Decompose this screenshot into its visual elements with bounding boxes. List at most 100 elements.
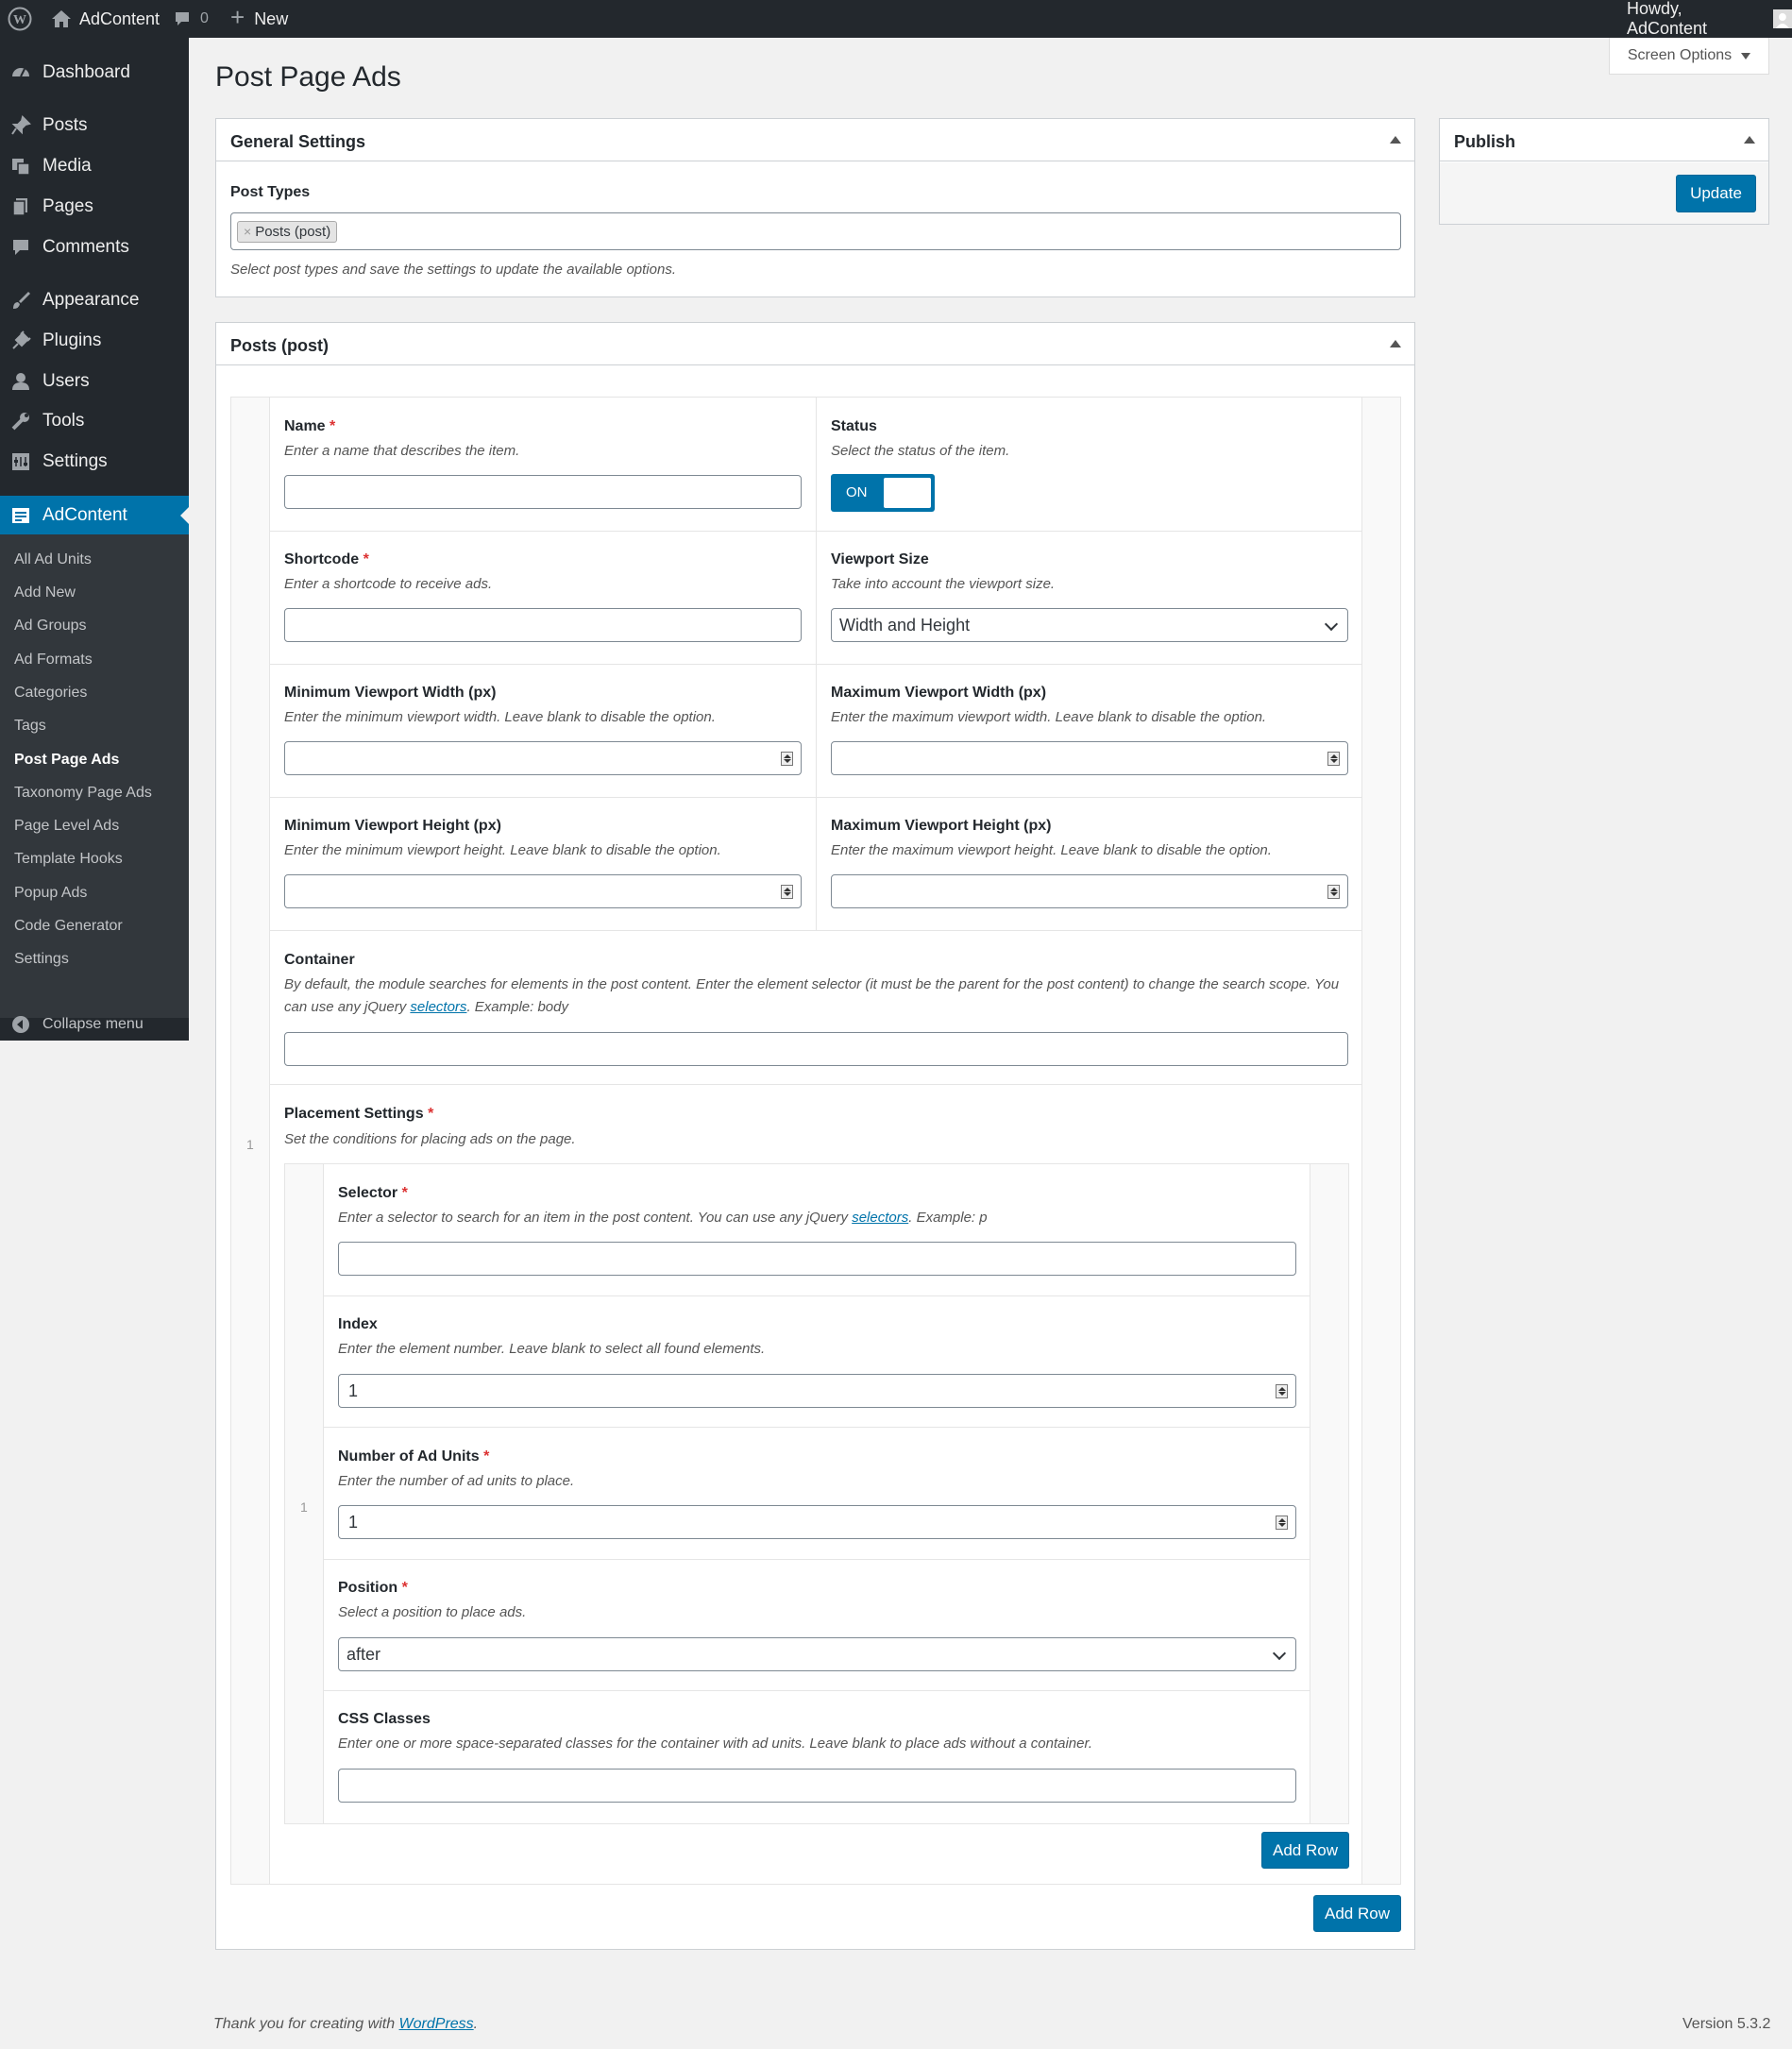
site-home-link[interactable]: AdContent (51, 0, 160, 38)
position-select[interactable]: after (338, 1637, 1296, 1671)
placement-row-number: 1 (300, 1499, 308, 1515)
caret-down-icon (1741, 52, 1751, 59)
collapse-arrow-icon[interactable] (1390, 136, 1401, 144)
publish-header[interactable]: Publish (1440, 119, 1768, 161)
viewport-size-select[interactable]: Width and Height (831, 608, 1348, 642)
site-name: AdContent (79, 8, 161, 28)
collapse-arrow-icon[interactable] (1744, 136, 1755, 144)
remove-tag-icon[interactable]: × (244, 224, 251, 239)
position-description: Select a position to place ads. (338, 1604, 527, 1620)
number-spinner[interactable] (1327, 752, 1340, 766)
number-of-ad-units-label: Number of Ad Units * (338, 1448, 490, 1465)
submenu-popup-ads[interactable]: Popup Ads (14, 885, 87, 902)
admin-sidebar: Dashboard Posts Media Pages Comments App… (0, 38, 189, 1041)
row-actions[interactable] (1361, 397, 1401, 1885)
status-toggle[interactable]: ON (831, 474, 935, 512)
wordpress-link[interactable]: WordPress (399, 2016, 474, 2032)
avatar (1773, 9, 1792, 28)
index-input[interactable]: 1 (338, 1374, 1296, 1408)
min-viewport-height-label: Minimum Viewport Height (px) (284, 818, 501, 834)
sidebar-item-media[interactable]: Media (0, 146, 189, 186)
sidebar-item-posts[interactable]: Posts (0, 106, 189, 145)
account-menu[interactable]: Howdy, AdContent (1627, 0, 1792, 38)
new-label: New (254, 8, 289, 28)
sidebar-item-settings[interactable]: Settings (0, 442, 189, 482)
submenu-post-page-ads[interactable]: Post Page Ads (14, 752, 119, 769)
css-classes-input[interactable] (338, 1769, 1296, 1803)
container-input[interactable] (284, 1032, 1348, 1066)
field-divider (324, 1427, 1310, 1428)
sidebar-item-tools[interactable]: Tools (0, 401, 189, 441)
number-spinner[interactable] (1276, 1516, 1288, 1530)
submenu-page-level-ads[interactable]: Page Level Ads (14, 818, 119, 835)
general-settings-box: General Settings Post Types × Posts (pos… (215, 118, 1415, 297)
placement-settings-label: Placement Settings * (284, 1106, 434, 1122)
media-icon (9, 155, 32, 178)
selector-input[interactable] (338, 1242, 1296, 1276)
placement-row-handle[interactable]: 1 (284, 1163, 324, 1824)
status-description: Select the status of the item. (831, 443, 1010, 459)
posts-box-header[interactable]: Posts (post) (216, 323, 1414, 365)
number-spinner[interactable] (781, 752, 793, 766)
name-input[interactable] (284, 475, 802, 509)
update-button[interactable]: Update (1676, 175, 1756, 212)
publish-box: Publish Update (1439, 118, 1769, 225)
number-of-ad-units-input[interactable]: 1 (338, 1505, 1296, 1539)
min-viewport-height-input[interactable] (284, 874, 802, 908)
selectors-link[interactable]: selectors (410, 999, 466, 1015)
sidebar-item-dashboard[interactable]: Dashboard (0, 53, 189, 93)
shortcode-input[interactable] (284, 608, 802, 642)
submenu-settings[interactable]: Settings (14, 951, 69, 968)
submenu-ad-groups[interactable]: Ad Groups (14, 618, 86, 635)
name-label: Name * (284, 418, 336, 434)
collapse-icon (9, 1013, 32, 1036)
max-viewport-width-input[interactable] (831, 741, 1348, 775)
min-viewport-width-label: Minimum Viewport Width (px) (284, 685, 497, 701)
post-type-tag: × Posts (post) (237, 220, 338, 243)
max-viewport-height-label: Maximum Viewport Height (px) (831, 818, 1052, 834)
comments-link[interactable]: 0 (174, 0, 209, 38)
min-viewport-width-input[interactable] (284, 741, 802, 775)
number-spinner[interactable] (1276, 1384, 1288, 1398)
selectors-link[interactable]: selectors (852, 1210, 908, 1226)
add-row-button[interactable]: Add Row (1313, 1895, 1401, 1932)
add-placement-row-button[interactable]: Add Row (1261, 1832, 1349, 1869)
submenu-all-ad-units[interactable]: All Ad Units (14, 551, 92, 568)
field-divider (270, 664, 1361, 665)
screen-options-button[interactable]: Screen Options (1609, 38, 1769, 75)
submenu-taxonomy-page-ads[interactable]: Taxonomy Page Ads (14, 785, 152, 802)
footer-thanks: Thank you for creating with WordPress. (213, 2016, 479, 2032)
submenu-add-new[interactable]: Add New (14, 584, 76, 601)
submenu-template-hooks[interactable]: Template Hooks (14, 851, 123, 868)
field-divider (270, 797, 1361, 798)
collapse-menu-button[interactable]: Collapse menu (0, 1006, 189, 1043)
wordpress-logo-icon[interactable]: W (8, 0, 32, 38)
submenu-tags[interactable]: Tags (14, 718, 46, 735)
general-settings-header[interactable]: General Settings (216, 119, 1414, 161)
howdy-text: Howdy, AdContent (1627, 0, 1708, 38)
post-types-select[interactable]: × Posts (post) (230, 212, 1401, 250)
sidebar-item-users[interactable]: Users (0, 362, 189, 401)
number-spinner[interactable] (781, 885, 793, 899)
min-viewport-width-description: Enter the minimum viewport width. Leave … (284, 709, 716, 725)
row-handle[interactable]: 1 (230, 397, 270, 1885)
plug-icon (9, 330, 32, 352)
sidebar-item-adcontent[interactable]: AdContent (0, 496, 189, 535)
max-viewport-height-input[interactable] (831, 874, 1348, 908)
submenu-categories[interactable]: Categories (14, 685, 87, 702)
shortcode-label: Shortcode * (284, 551, 369, 567)
sidebar-item-pages[interactable]: Pages (0, 187, 189, 227)
new-content-link[interactable]: + New (230, 0, 288, 38)
collapse-arrow-icon[interactable] (1390, 340, 1401, 347)
placement-row-actions[interactable] (1310, 1163, 1349, 1824)
comments-count: 0 (200, 10, 209, 26)
submenu-code-generator[interactable]: Code Generator (14, 918, 123, 935)
number-spinner[interactable] (1327, 885, 1340, 899)
plus-icon: + (230, 3, 245, 31)
sidebar-item-plugins[interactable]: Plugins (0, 321, 189, 361)
submenu-ad-formats[interactable]: Ad Formats (14, 652, 93, 669)
sidebar-item-comments[interactable]: Comments (0, 228, 189, 267)
home-icon (52, 10, 71, 27)
sidebar-item-appearance[interactable]: Appearance (0, 280, 189, 320)
svg-text:W: W (13, 13, 26, 27)
